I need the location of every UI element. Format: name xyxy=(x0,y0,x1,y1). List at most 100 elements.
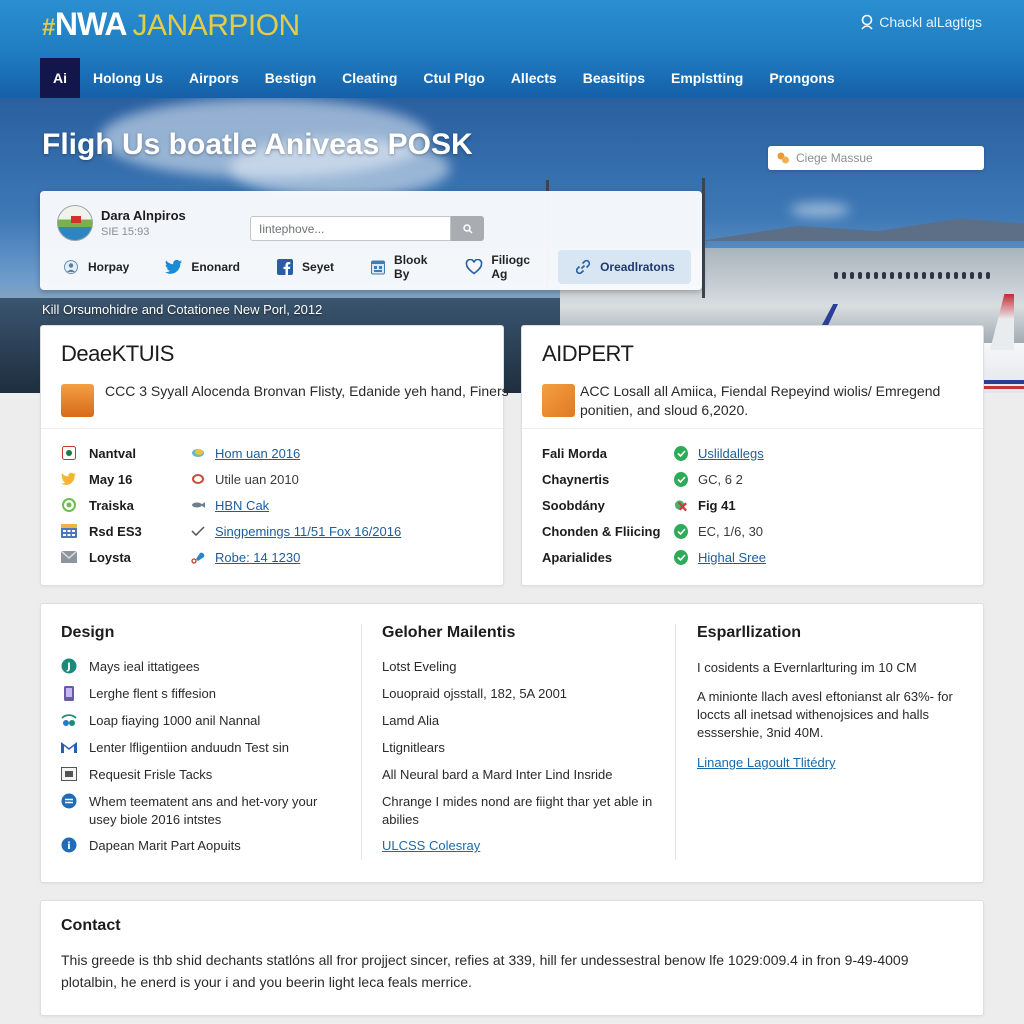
right-link[interactable]: Linange Lagoult Tlitédry xyxy=(697,754,836,772)
design-item-text: Mays ieal ittatigees xyxy=(89,659,200,674)
divider xyxy=(522,428,983,429)
profile-link-label: Blook By xyxy=(394,253,428,281)
right-paragraph: A minionte llach avesl eftonianst alr 63… xyxy=(697,689,953,740)
swap-icon xyxy=(61,793,77,809)
profile-link-filiogc-ag[interactable]: Filiogc Ag xyxy=(455,250,540,284)
airport-title: AIDPERT xyxy=(542,341,634,366)
nav-item-emplstting[interactable]: Emplstting xyxy=(658,58,756,98)
check-circle-icon xyxy=(674,549,688,565)
profile-link-seyet[interactable]: Seyet xyxy=(266,250,344,284)
airport-label: Soobdány xyxy=(542,497,605,513)
twitter-icon xyxy=(165,258,183,276)
departure-row: Traiska HBN Cak xyxy=(61,495,269,515)
airport-row: Chaynertis GC, 6 2 xyxy=(542,469,743,489)
airport-label: Chaynertis xyxy=(542,471,610,487)
plane-window xyxy=(898,272,902,279)
design-item: i Dapean Marit Part Aopuits xyxy=(61,837,241,855)
table-icon xyxy=(61,523,77,539)
plane-window xyxy=(850,272,854,279)
record-icon xyxy=(61,445,77,461)
right-title: Esparllization xyxy=(697,624,802,641)
info-icon: i xyxy=(61,837,77,853)
profile-links: Horpay Enonard Seyet Blook By Filiogc Ag… xyxy=(52,250,707,284)
airport-value[interactable]: Uslildallegs xyxy=(698,446,764,461)
nav-item-allects[interactable]: Allects xyxy=(498,58,570,98)
heart-icon xyxy=(465,258,483,276)
hero-mountains xyxy=(700,218,1024,241)
nav-item-bestign[interactable]: Bestign xyxy=(252,58,329,98)
profile-search-input[interactable] xyxy=(250,216,451,241)
wifi-icon xyxy=(61,712,77,728)
plane-window xyxy=(858,272,862,279)
airport-value: Fig 41 xyxy=(698,497,736,513)
nav-item-ai[interactable]: Ai xyxy=(40,58,80,98)
airport-value[interactable]: Highal Sree xyxy=(698,550,766,565)
check-icon xyxy=(191,524,205,538)
logo-main: NWA xyxy=(54,6,128,42)
plane-window xyxy=(842,272,846,279)
link-icon xyxy=(574,258,592,276)
departure-value[interactable]: Hom uan 2016 xyxy=(215,446,300,461)
profile-link-label: Oreadlratons xyxy=(600,260,675,274)
departure-value[interactable]: HBN Cak xyxy=(215,498,269,513)
check-circle-icon xyxy=(674,471,688,487)
departure-value[interactable]: Robe: 14 1230 xyxy=(215,550,300,565)
user-icon xyxy=(861,14,873,30)
design-item: Loap fiaying 1000 anil Nannal xyxy=(61,712,260,730)
departure-label: Loysta xyxy=(89,549,131,565)
warning-x-icon xyxy=(674,498,688,512)
middle-item: Louopraid ojsstall, 182, 5A 2001 xyxy=(382,686,568,701)
nav-item-prongons[interactable]: Prongons xyxy=(756,58,847,98)
plane-window xyxy=(978,272,982,279)
profile-link-oreadlratons[interactable]: Oreadlratons xyxy=(558,250,691,284)
plane-window xyxy=(866,272,870,279)
check-circle-icon xyxy=(674,445,688,461)
hero-search-input[interactable]: Ciege Massue xyxy=(768,146,984,170)
profile-search-button[interactable] xyxy=(451,216,484,241)
sun-badge-icon xyxy=(61,384,94,417)
bird-icon xyxy=(61,471,77,487)
hero-cloud xyxy=(790,203,850,217)
contact-card: Contact This greede is thb shid dechants… xyxy=(40,900,984,1016)
plane-window xyxy=(970,272,974,279)
account-link[interactable]: Chackl alLagtigs xyxy=(859,14,982,30)
profile-link-enonard[interactable]: Enonard xyxy=(155,250,250,284)
column-divider xyxy=(361,624,362,860)
plane-window xyxy=(922,272,926,279)
profile-name: Dara Alnpiros xyxy=(101,208,186,223)
pin-icon xyxy=(191,550,205,564)
nav-item-cleating[interactable]: Cleating xyxy=(329,58,410,98)
departure-row: Nantval Hom uan 2016 xyxy=(61,443,300,463)
nav-item-ctul-plgo[interactable]: Ctul Plgo xyxy=(410,58,497,98)
middle-link[interactable]: ULCSS Colesray xyxy=(382,837,480,855)
j-circle-icon: J xyxy=(61,658,77,674)
site-logo[interactable]: #NWA JANARPION xyxy=(42,6,300,43)
globe-user-icon xyxy=(62,258,80,276)
profile-card: Dara Alnpiros SIE 15:93 Horpay Enonard S… xyxy=(40,191,702,290)
airport-row: Soobdány Fig 41 xyxy=(542,495,736,515)
nav-item-airpors[interactable]: Airpors xyxy=(176,58,252,98)
airport-label: Chonden & Fliicing xyxy=(542,523,661,539)
logo-hash: # xyxy=(42,14,55,41)
hero-title: Fligh Us boatle Aniveas POSK xyxy=(42,128,473,161)
nav-item-beasitips[interactable]: Beasitips xyxy=(570,58,658,98)
nav-item-holong-us[interactable]: Holong Us xyxy=(80,58,176,98)
profile-link-horpay[interactable]: Horpay xyxy=(52,250,139,284)
airport-label: Aparialides xyxy=(542,549,613,565)
contact-title: Contact xyxy=(61,917,121,934)
profile-search xyxy=(250,216,484,241)
column-divider xyxy=(675,624,676,860)
airport-card: AIDPERT ACC Losall all Amiica, Fiendal R… xyxy=(521,325,984,586)
airport-row: Aparialides Highal Sree xyxy=(542,547,766,567)
airport-value: EC, 1/6, 30 xyxy=(698,523,764,539)
departure-row: Rsd ES3 Singpemings 11/51 Fox 16/2016 xyxy=(61,521,401,541)
avatar[interactable] xyxy=(57,205,93,241)
departure-value[interactable]: Singpemings 11/51 Fox 16/2016 xyxy=(215,524,401,539)
phone-icon xyxy=(61,685,77,701)
departure-row: Loysta Robe: 14 1230 xyxy=(61,547,300,567)
design-item-text: Lerghe flent s fiffesion xyxy=(89,686,216,701)
profile-link-blook-by[interactable]: Blook By xyxy=(360,250,439,284)
middle-item: Ltignitlears xyxy=(382,740,445,755)
check-circle-icon xyxy=(674,523,688,539)
logo-sub: JANARPION xyxy=(132,9,301,42)
